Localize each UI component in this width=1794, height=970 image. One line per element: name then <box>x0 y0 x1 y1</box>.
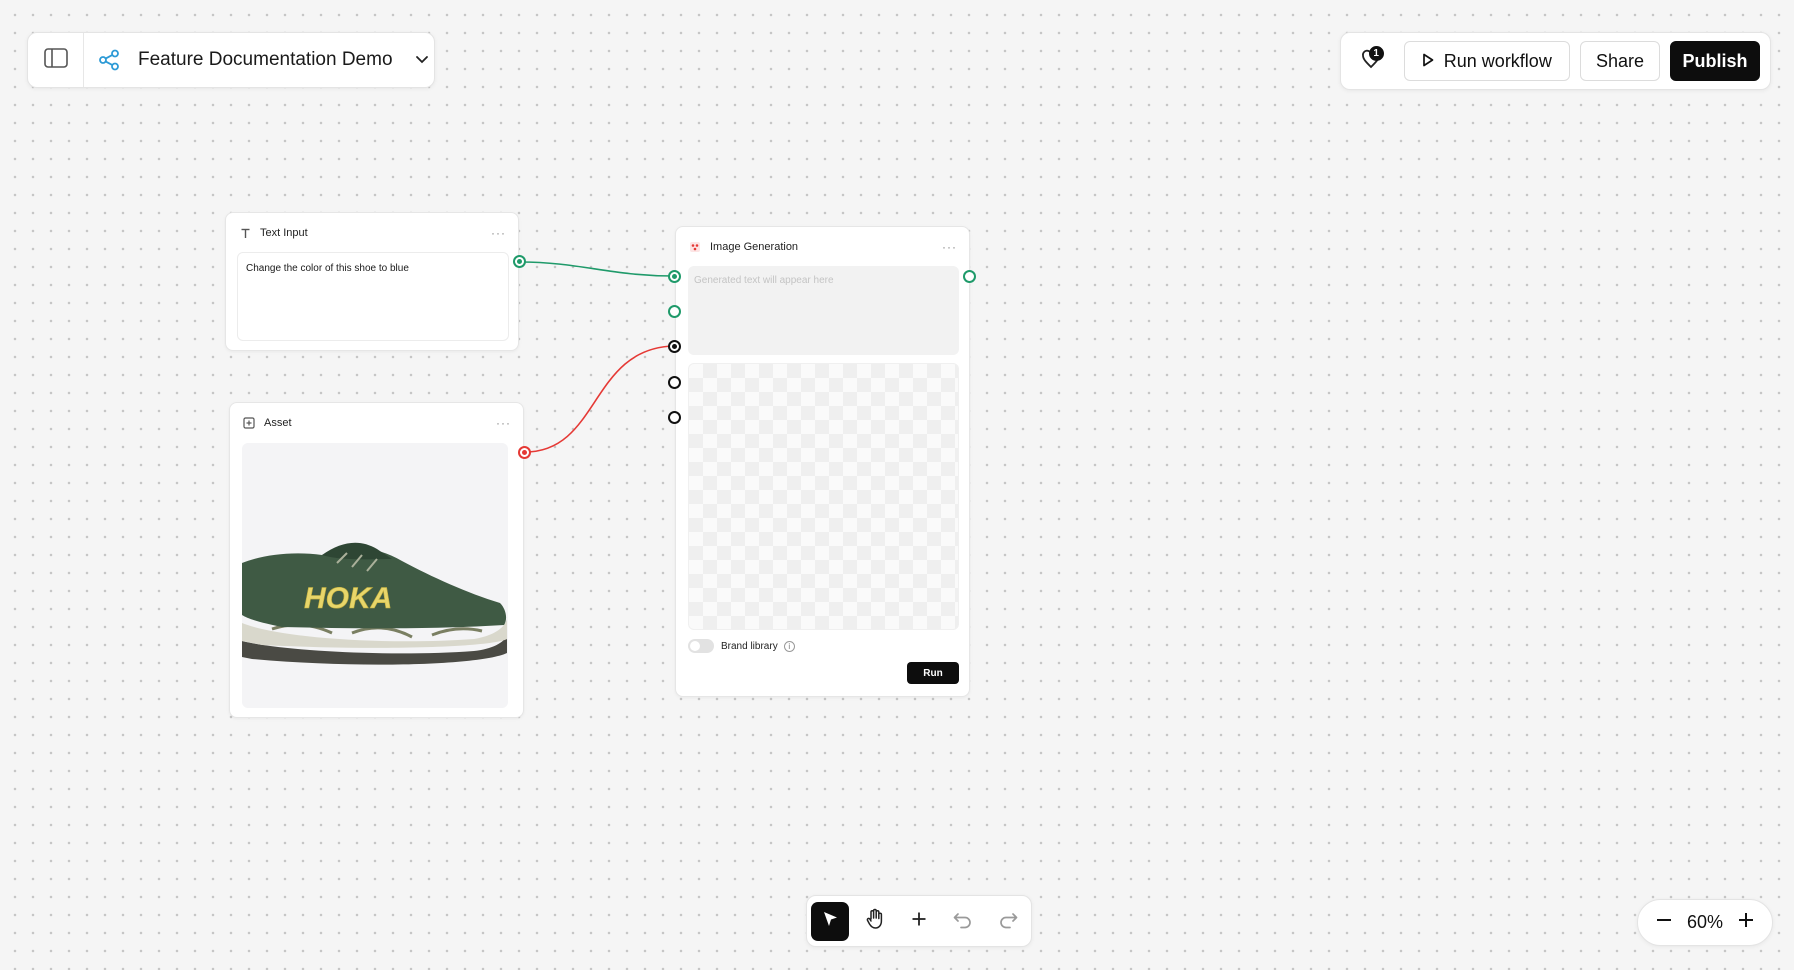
workflow-action-bar: 1 Run workflow Share Publish <box>1340 32 1771 90</box>
node-header: Text Input ··· <box>226 213 518 253</box>
prompt-input-handle[interactable] <box>668 270 681 283</box>
text-output-handle[interactable] <box>513 255 526 268</box>
toggle-sidebar-button[interactable] <box>28 33 84 87</box>
publish-button[interactable]: Publish <box>1670 41 1760 81</box>
cursor-icon <box>820 909 840 934</box>
run-workflow-label: Run workflow <box>1443 50 1552 71</box>
undo-button[interactable] <box>944 902 982 941</box>
node-title: Asset <box>264 417 292 429</box>
brand-library-toggle[interactable] <box>688 639 714 653</box>
zoom-in-button[interactable] <box>1734 911 1758 935</box>
text-type-icon <box>238 226 252 240</box>
image-input-handle[interactable] <box>668 340 681 353</box>
text-input-handle-2[interactable] <box>668 305 681 318</box>
redo-icon <box>997 909 1019 934</box>
shoe-image: HOKA <box>242 542 507 665</box>
generated-text-output: Generated text will appear here <box>688 266 959 355</box>
add-node-button[interactable] <box>900 902 938 941</box>
undo-icon <box>952 909 974 934</box>
select-tool-button[interactable] <box>811 901 850 941</box>
minus-icon <box>1655 911 1673 934</box>
text-input-node[interactable]: Text Input ··· Change the color of this … <box>225 212 519 351</box>
chevron-down-icon[interactable] <box>415 55 429 65</box>
image-generation-node[interactable]: Image Generation ··· Generated text will… <box>675 226 970 697</box>
zoom-level: 60% <box>1686 912 1724 932</box>
edge-asset-to-generation <box>524 345 675 453</box>
asset-icon <box>242 416 256 430</box>
workflow-icon <box>98 49 122 71</box>
more-options-icon[interactable]: ··· <box>942 240 957 254</box>
shoe-brand-text: HOKA <box>304 582 392 615</box>
play-icon <box>1422 51 1434 72</box>
run-workflow-button[interactable]: Run workflow <box>1403 41 1570 81</box>
zoom-control: 60% <box>1637 899 1773 946</box>
redo-button[interactable] <box>989 902 1027 941</box>
share-button[interactable]: Share <box>1580 41 1660 81</box>
node-title: Text Input <box>260 227 308 239</box>
input-handle-5[interactable] <box>668 411 681 424</box>
generation-output-handle[interactable] <box>963 270 976 283</box>
zoom-out-button[interactable] <box>1652 911 1676 935</box>
hand-tool-button[interactable] <box>855 902 893 941</box>
plus-icon <box>1737 911 1755 934</box>
sidebar-icon <box>43 47 68 73</box>
node-header: Image Generation ··· <box>676 227 969 267</box>
generated-image-output <box>688 363 959 630</box>
text-input-field[interactable]: Change the color of this shoe to blue <box>237 252 509 341</box>
more-options-icon[interactable]: ··· <box>496 416 511 430</box>
notifications-button[interactable]: 1 <box>1355 44 1388 78</box>
input-handle-4[interactable] <box>668 376 681 389</box>
info-icon[interactable]: i <box>783 640 795 652</box>
plus-icon <box>910 910 928 933</box>
image-generation-icon <box>688 240 702 254</box>
edge-text-to-generation <box>519 261 675 277</box>
asset-node[interactable]: Asset ··· HOKA <box>229 402 524 718</box>
workflow-title-bar: Feature Documentation Demo <box>27 32 435 88</box>
asset-output-handle[interactable] <box>518 446 531 459</box>
notification-badge: 1 <box>1368 46 1384 61</box>
hand-icon <box>865 908 885 935</box>
canvas-toolbar <box>806 895 1032 947</box>
brand-library-row: Brand library i <box>688 639 795 653</box>
asset-image-preview[interactable]: HOKA <box>242 443 508 708</box>
run-node-button[interactable]: Run <box>907 662 959 684</box>
workflow-title[interactable]: Feature Documentation Demo <box>138 49 393 71</box>
node-title: Image Generation <box>710 241 799 253</box>
more-options-icon[interactable]: ··· <box>491 226 506 240</box>
node-header: Asset ··· <box>230 403 523 443</box>
brand-library-label: Brand library <box>721 640 778 652</box>
